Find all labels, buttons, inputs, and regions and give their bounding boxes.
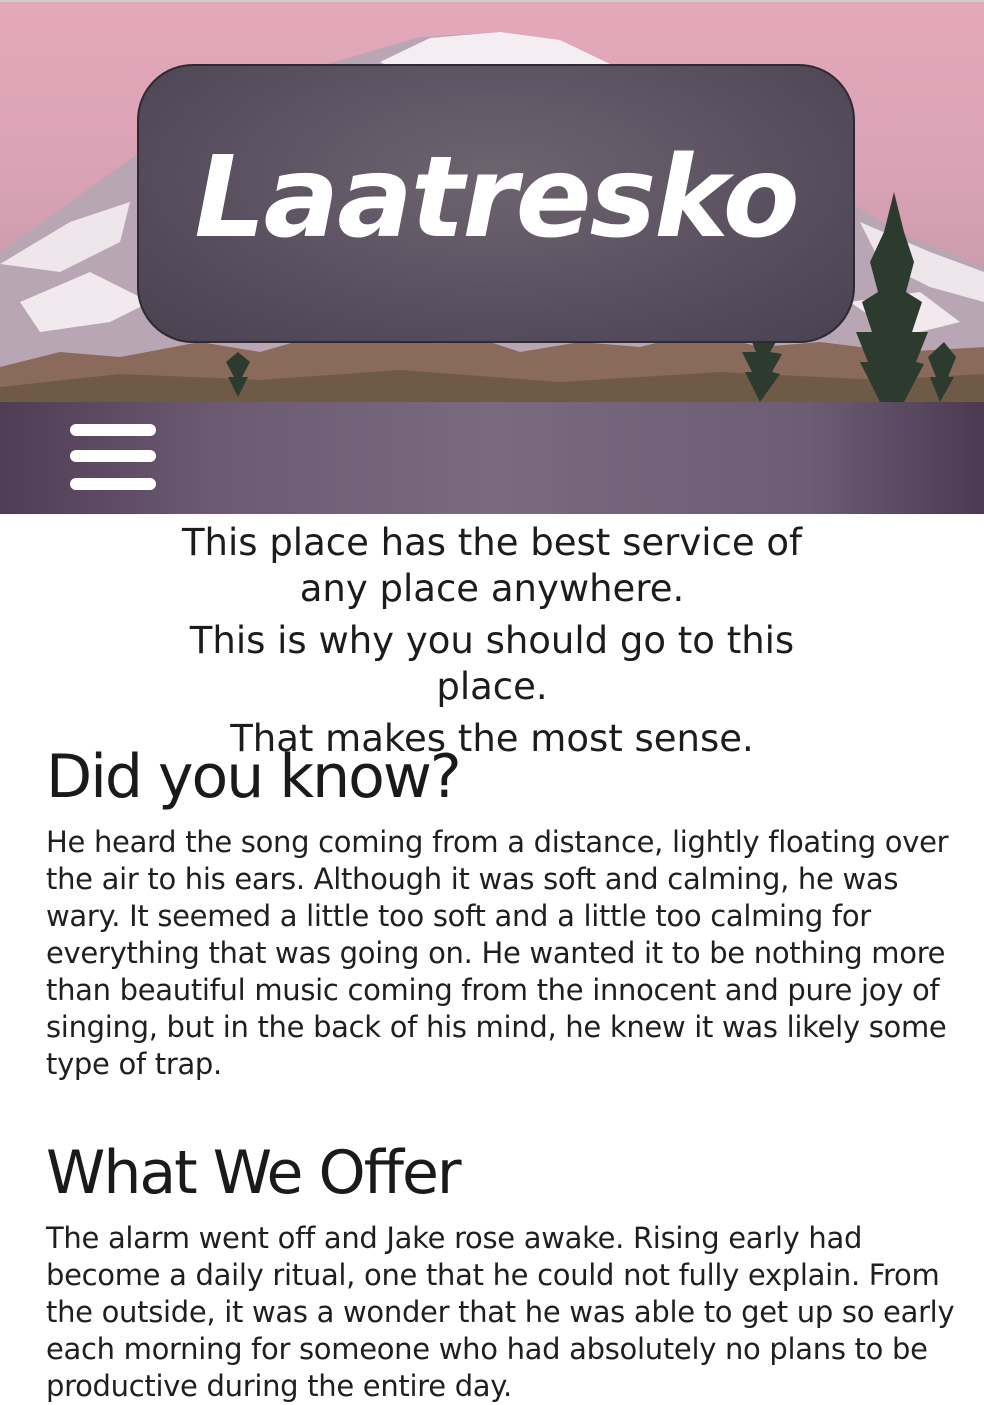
section-heading: What We Offer [46,1138,462,1208]
hero-banner: Laatresko [0,0,984,402]
section-body: The alarm went off and Jake rose awake. … [46,1221,955,1403]
menu-bar-middle [70,450,156,462]
menu-bar-top [70,424,156,436]
section-heading: Did you know? [46,742,462,812]
hamburger-menu-icon[interactable] [68,420,158,494]
intro-line: This is why you should go to this place. [189,619,795,708]
site-title[interactable]: Laatresko [194,133,799,263]
site-title-box: Laatresko [137,64,855,343]
menu-bar-bottom [70,478,156,490]
intro-text: This place has the best service of any p… [0,520,984,762]
section-did-you-know: Did you know? He heard the song coming f… [46,742,956,1083]
section-what-we-offer: What We Offer The alarm went off and Jak… [46,1138,956,1405]
intro-line: This place has the best service of any p… [181,521,803,610]
section-body: He heard the song coming from a distance… [46,825,949,1081]
